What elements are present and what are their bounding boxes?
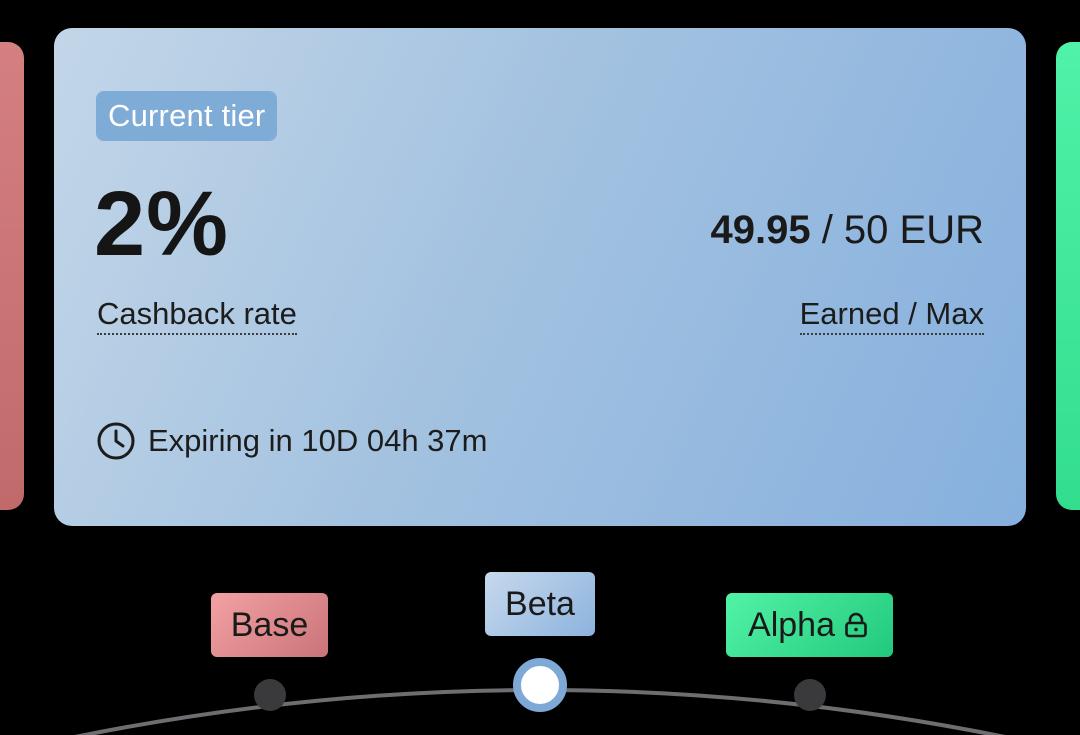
earned-max-label[interactable]: Earned / Max (799, 295, 984, 335)
lock-icon (845, 612, 867, 638)
clock-icon (97, 422, 135, 460)
tier-node-base[interactable] (254, 679, 286, 711)
tier-tab-beta[interactable]: Beta (485, 572, 595, 636)
earned-amount: 49.95 (710, 208, 811, 252)
next-tier-card[interactable] (1056, 42, 1080, 510)
earned-max-value: 49.95 / 50 EUR (710, 206, 984, 254)
tier-node-beta-active[interactable] (513, 658, 567, 712)
cashback-rate-label[interactable]: Cashback rate (97, 295, 297, 335)
cashback-rate-value: 2% (94, 173, 229, 275)
tier-tab-alpha-label: Alpha (748, 606, 835, 644)
current-tier-badge: Current tier (96, 91, 278, 141)
tier-tab-alpha[interactable]: Alpha (726, 593, 893, 657)
tier-carousel: Current tier 2% Cashback rate 49.95 / 50… (0, 0, 1080, 735)
expiry-text: Expiring in 10D 04h 37m (148, 423, 488, 458)
current-tier-card: Current tier 2% Cashback rate 49.95 / 50… (54, 28, 1026, 526)
previous-tier-card[interactable] (0, 42, 24, 510)
tier-tab-base[interactable]: Base (211, 593, 328, 657)
expiry-row: Expiring in 10D 04h 37m (96, 421, 487, 461)
max-amount: / 50 EUR (810, 208, 984, 252)
tier-node-alpha[interactable] (794, 679, 826, 711)
